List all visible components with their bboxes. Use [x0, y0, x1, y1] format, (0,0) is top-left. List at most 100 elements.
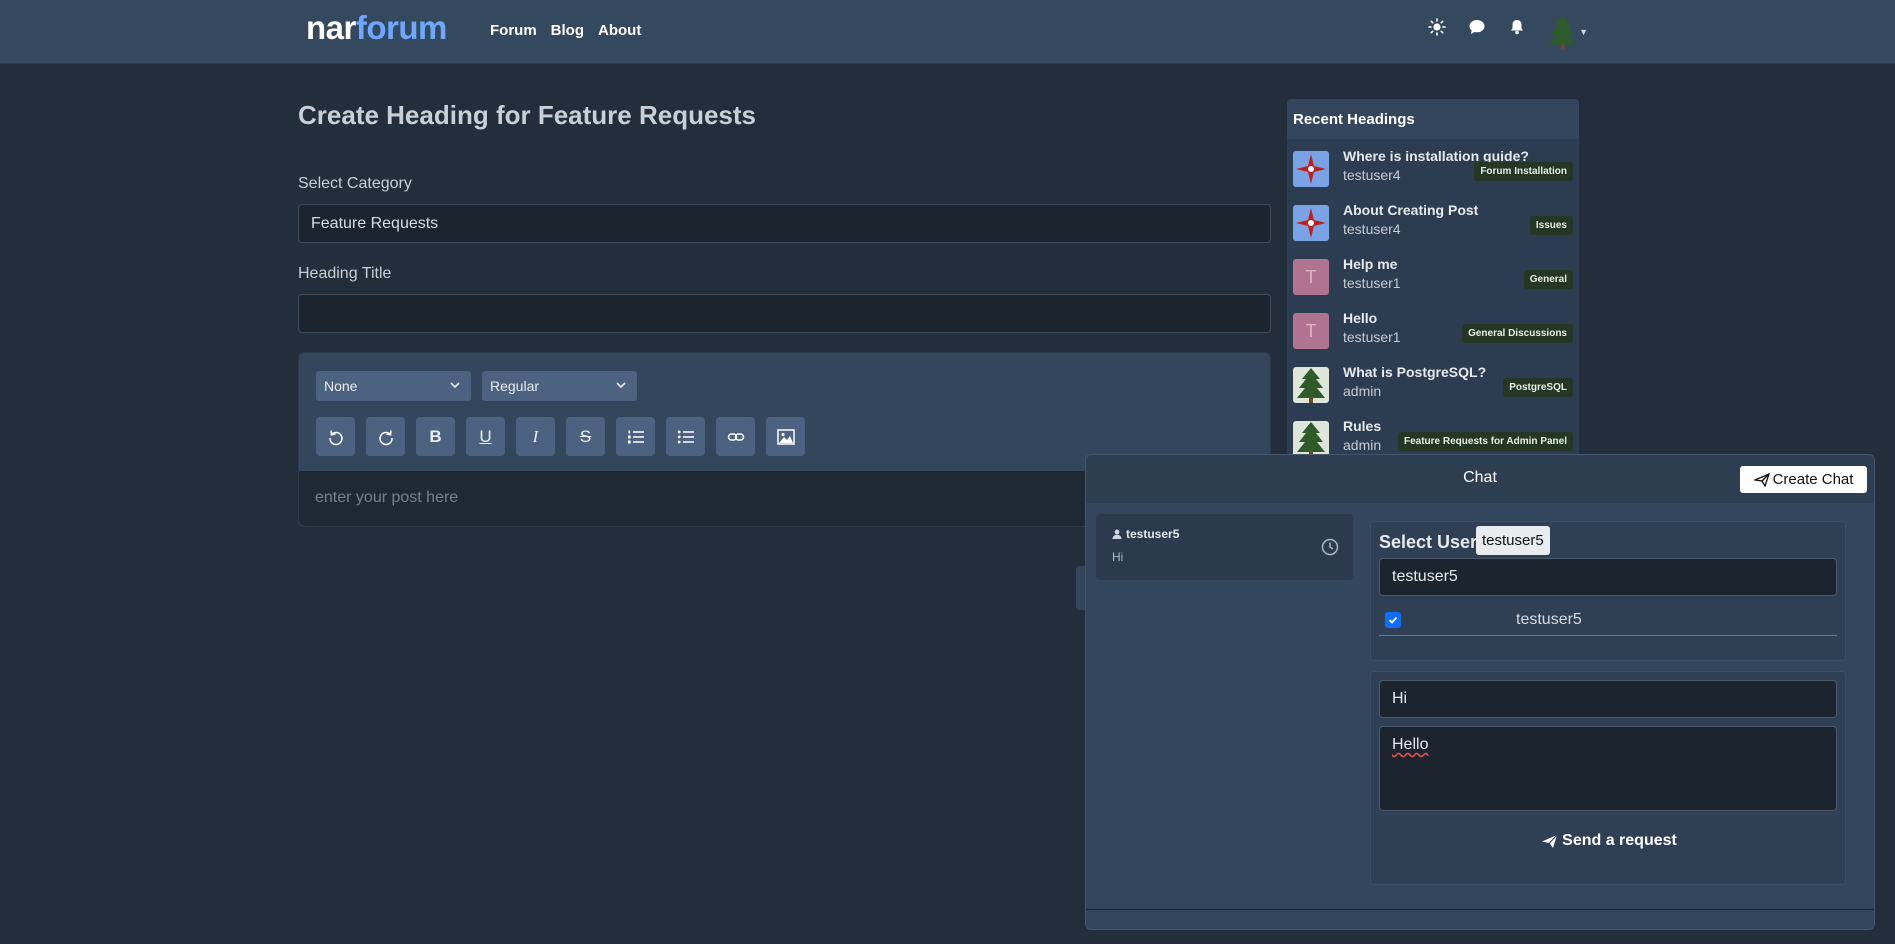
conversation-user: testuser5	[1112, 527, 1179, 541]
brand-part-forum: forum	[355, 9, 448, 46]
send-request-label: Send a request	[1562, 832, 1677, 849]
unordered-list-icon	[677, 430, 694, 443]
send-request-button[interactable]: Send a request	[1371, 832, 1847, 850]
nav-link-forum[interactable]: Forum	[490, 22, 537, 39]
brand-part-nar: nar	[306, 9, 356, 46]
redo-icon	[378, 429, 393, 445]
user-result-name: testuser5	[1516, 611, 1582, 628]
user-search-input[interactable]: testuser5	[1379, 558, 1837, 596]
user-checkbox[interactable]	[1385, 612, 1401, 628]
heading-title: What is PostgreSQL?	[1343, 364, 1487, 380]
clock-icon	[1321, 538, 1339, 561]
select-user-label: Select User	[1379, 532, 1478, 552]
chevron-down-icon	[449, 371, 461, 411]
font-weight-value: Regular	[490, 378, 540, 394]
tree-avatar-icon	[1548, 15, 1577, 50]
chat-footer	[1086, 909, 1874, 929]
nav-link-about[interactable]: About	[598, 22, 641, 39]
sun-icon[interactable]	[1428, 18, 1446, 36]
unordered-list-button[interactable]	[666, 417, 705, 456]
conversation-last-message: Hi	[1112, 550, 1124, 564]
bold-icon: B	[429, 426, 442, 446]
top-navbar: narforum Forum Blog About ▼	[0, 0, 1895, 64]
bell-icon[interactable]	[1508, 18, 1526, 36]
image-button[interactable]	[766, 417, 805, 456]
compass-avatar-icon	[1293, 205, 1329, 241]
heading-author: testuser4	[1343, 167, 1401, 183]
category-label: Select Category	[298, 175, 412, 192]
heading-author: testuser1	[1343, 275, 1401, 291]
chevron-down-icon	[615, 371, 627, 411]
link-button[interactable]	[716, 417, 755, 456]
chat-header: Chat Create Chat	[1086, 455, 1874, 503]
undo-button[interactable]	[316, 417, 355, 456]
category-badge: Forum Installation	[1474, 162, 1573, 181]
user-icon	[1112, 529, 1122, 539]
category-badge: Feature Requests for Admin Panel	[1398, 432, 1573, 451]
user-result-row[interactable]: testuser5	[1379, 606, 1837, 636]
recent-headings-panel: Recent Headings Where is installation gu…	[1287, 99, 1579, 459]
heading-author: admin	[1343, 437, 1382, 453]
strikethrough-button[interactable]: S	[566, 417, 605, 456]
send-plane-icon	[1542, 834, 1558, 848]
ordered-list-button[interactable]	[616, 417, 655, 456]
select-user-section: Select User testuser5 testuser5 testuser…	[1370, 521, 1846, 661]
selected-user-chip[interactable]: testuser5	[1476, 526, 1550, 555]
chat-message-textarea[interactable]: Hello	[1379, 726, 1837, 811]
font-family-select[interactable]: None	[316, 371, 471, 401]
recent-heading-item[interactable]: Rules admin Feature Requests for Admin P…	[1293, 418, 1573, 459]
recent-heading-item[interactable]: T Help me testuser1 General	[1293, 256, 1573, 304]
chat-subject-input[interactable]: Hi	[1379, 680, 1837, 718]
italic-button[interactable]: I	[516, 417, 555, 456]
checkmark-icon	[1388, 616, 1398, 624]
heading-title-input[interactable]	[298, 294, 1271, 333]
strikethrough-icon: S	[579, 426, 592, 446]
conversation-item[interactable]: testuser5 Hi	[1096, 514, 1353, 580]
underline-icon: U	[479, 426, 492, 446]
heading-author: testuser4	[1343, 221, 1401, 237]
heading-author: testuser1	[1343, 329, 1401, 345]
heading-title: Hello	[1343, 310, 1378, 326]
message-section: Hi Hello Send a request	[1370, 671, 1846, 885]
conversation-username: testuser5	[1126, 527, 1180, 541]
underline-button[interactable]: U	[466, 417, 505, 456]
compass-avatar-icon	[1293, 151, 1329, 187]
recent-heading-item[interactable]: T Hello testuser1 General Discussions	[1293, 310, 1573, 358]
italic-icon: I	[532, 426, 539, 446]
font-weight-select[interactable]: Regular	[482, 371, 637, 401]
chat-bubble-icon[interactable]	[1468, 18, 1486, 36]
ordered-list-icon	[627, 430, 644, 443]
heading-title: Help me	[1343, 256, 1398, 272]
recent-heading-item[interactable]: Where is installation guide? testuser4 F…	[1293, 148, 1573, 196]
heading-title-label: Heading Title	[298, 265, 392, 282]
recent-heading-item[interactable]: What is PostgreSQL? admin PostgreSQL	[1293, 364, 1573, 412]
undo-icon	[328, 429, 343, 445]
image-icon	[776, 428, 795, 445]
recent-heading-item[interactable]: About Creating Post testuser4 Issues	[1293, 202, 1573, 250]
user-menu-avatar[interactable]: ▼	[1548, 12, 1588, 52]
send-plane-icon	[1753, 472, 1770, 487]
tree-avatar-icon	[1293, 367, 1329, 403]
chat-message-text: Hello	[1392, 736, 1429, 753]
tree-avatar-icon	[1293, 421, 1329, 457]
nav-links: Forum Blog About	[490, 22, 641, 39]
nav-link-blog[interactable]: Blog	[551, 22, 584, 39]
chat-panel: Chat Create Chat testuser5 Hi Select Use…	[1085, 454, 1875, 930]
chevron-down-icon: ▼	[1579, 27, 1588, 37]
create-chat-button[interactable]: Create Chat	[1740, 466, 1867, 493]
letter-avatar: T	[1293, 313, 1329, 349]
redo-button[interactable]	[366, 417, 405, 456]
heading-title: Rules	[1343, 418, 1382, 434]
brand-logo[interactable]: narforum	[306, 10, 447, 46]
category-badge: PostgreSQL	[1503, 378, 1573, 397]
category-badge: General Discussions	[1462, 324, 1573, 343]
category-badge: Issues	[1529, 216, 1573, 235]
category-badge: General	[1523, 270, 1573, 289]
heading-author: admin	[1343, 383, 1382, 399]
page-title: Create Heading for Feature Requests	[298, 100, 757, 130]
recent-headings-title: Recent Headings	[1287, 99, 1579, 139]
nav-icon-group	[1428, 18, 1526, 36]
bold-button[interactable]: B	[416, 417, 455, 456]
category-select[interactable]: Feature Requests	[298, 204, 1271, 243]
font-family-value: None	[324, 378, 358, 394]
